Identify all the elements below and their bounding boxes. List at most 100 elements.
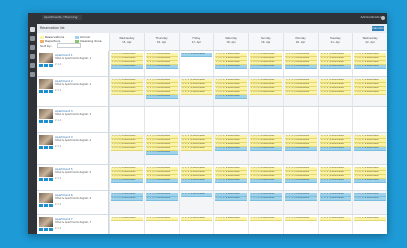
delete-icon[interactable] [49,64,53,67]
arrival-booking[interactable]: 1 | 2 | 3 | 4 Reservation [354,179,386,183]
delete-icon[interactable] [49,204,53,207]
reservation-booking[interactable]: 1 | 2 | 3 | 4 Reservation [111,217,143,221]
delete-icon[interactable] [49,120,53,123]
home-icon[interactable] [30,27,35,32]
arrival-booking[interactable]: 1 | 2 | 3 | 4 Reservation [145,151,178,155]
edit-icon[interactable] [39,90,43,93]
arrival-booking[interactable]: 1 | 2 | 3 | 4 Reservation [215,197,247,201]
arrival-booking[interactable]: 1 | 2 | 3 | 4 Reservation [319,197,352,201]
reservation-booking[interactable]: 1 | 2 | 3 | 4 Reservation [284,91,317,95]
arrival-booking[interactable]: 1 | 2 | 3 | 4 Reservation [180,53,213,57]
day-cell[interactable]: 1 | 2 | 3 | 4 Reservation 1 | 2 | 3 | 4 R… [109,191,144,214]
day-cell[interactable] [109,107,144,132]
apartment-photo[interactable] [39,193,53,203]
arrival-booking[interactable]: 1 | 2 | 3 | 4 Reservation [180,193,213,197]
day-cell[interactable] [352,107,387,132]
apartment-photo[interactable] [39,217,53,227]
day-cell[interactable]: 1 | 2 | 3 | 4 Reservation 1 | 2 | 3 | 4 R… [317,77,353,106]
calendar-icon[interactable] [30,36,35,41]
arrival-booking[interactable]: 1 | 2 | 3 | 4 Reservation [250,179,282,183]
day-cell[interactable]: 1 | 2 | 3 | 4 Reservation 1 | 2 | 3 | 4 R… [143,133,179,164]
day-cell[interactable]: 1 | 2 | 3 | 4 Reservation 1 | 2 | 3 | 4 R… [248,51,283,76]
day-cell[interactable]: 1 | 2 | 3 | 4 Reservation 1 | 2 | 3 | 4 R… [352,77,387,106]
arrival-booking[interactable]: 1 | 2 | 3 | 4 Reservation [145,179,178,183]
day-cell[interactable]: 1 | 2 | 3 | 4 Reservation 1 | 2 | 3 | 4 R… [248,191,283,214]
reservation-booking[interactable]: 1 | 2 | 3 | 4 Reservation [319,217,352,221]
arrival-booking[interactable]: 1 | 2 | 3 | 4 Reservation [215,95,247,99]
day-cell[interactable] [143,107,179,132]
day-cell[interactable]: 1 | 2 | 3 | 4 Reservation 1 | 2 | 3 | 4 R… [282,77,318,106]
day-cell[interactable]: 1 | 2 | 3 | 4 Reservation 1 | 2 | 3 | 4 R… [317,191,353,214]
day-cell[interactable]: 1 | 2 | 3 | 4 Reservation 1 | 2 | 3 | 4 R… [178,165,214,190]
arrival-booking[interactable]: 1 | 2 | 3 | 4 Reservation [354,65,386,69]
day-cell[interactable]: 1 | 2 | 3 | 4 Reservation 1 | 2 | 3 | 4 R… [282,133,318,164]
day-cell[interactable]: 1 | 2 | 3 | 4 Reservation [178,215,214,234]
day-cell[interactable] [178,107,214,132]
day-cell[interactable]: 1 | 2 | 3 | 4 Reservation 1 | 2 | 3 | 4 R… [213,191,248,214]
day-cell[interactable]: 1 | 2 | 3 | 4 Reservation 1 | 2 | 3 | 4 R… [213,133,248,164]
day-cell[interactable]: 1 | 2 | 3 | 4 Reservation 1 | 2 | 3 | 4 R… [213,165,248,190]
view-dropdown[interactable]: Calendar [372,26,384,31]
day-cell[interactable]: 1 | 2 | 3 | 4 Reservation 1 | 2 | 3 | 4 R… [143,191,179,214]
day-cell[interactable]: 1 | 2 | 3 | 4 Reservation [178,51,214,76]
arrival-booking[interactable]: 1 | 2 | 3 | 4 Reservation [215,179,247,183]
day-cell[interactable]: 1 | 2 | 3 | 4 Reservation 1 | 2 | 3 | 4 R… [282,165,318,190]
day-cell[interactable]: 1 | 2 | 3 | 4 Reservation 1 | 2 | 3 | 4 R… [248,165,283,190]
calendar-icon[interactable] [44,120,48,123]
day-cell[interactable]: 1 | 2 | 3 | 4 Reservation 1 | 2 | 3 | 4 R… [109,77,144,106]
calendar-icon[interactable] [44,178,48,181]
users-icon[interactable] [30,45,35,50]
day-cell[interactable]: 1 | 2 | 3 | 4 Reservation 1 | 2 | 3 | 4 R… [317,165,353,190]
day-cell[interactable]: 1 | 2 | 3 | 4 Reservation [282,215,318,234]
building-icon[interactable] [30,54,35,59]
apartment-photo[interactable] [39,135,53,145]
day-cell[interactable]: 1 | 2 | 3 | 4 Reservation [109,215,144,234]
edit-icon[interactable] [39,204,43,207]
reservation-booking[interactable]: 1 | 2 | 3 | 4 Reservation [319,91,352,95]
chart-icon[interactable] [30,63,35,68]
arrival-booking[interactable]: 1 | 2 | 3 | 4 Reservation [319,65,352,69]
reservation-booking[interactable]: 1 | 2 | 3 | 4 Reservation [180,147,213,151]
day-cell[interactable]: 1 | 2 | 3 | 4 Reservation 1 | 2 | 3 | 4 R… [352,51,387,76]
day-cell[interactable]: 1 | 2 | 3 | 4 Reservation 1 | 2 | 3 | 4 R… [143,51,179,76]
edit-icon[interactable] [39,178,43,181]
delete-icon[interactable] [49,178,53,181]
day-cell[interactable]: 1 | 2 | 3 | 4 Reservation 1 | 2 | 3 | 4 R… [109,133,144,164]
arrival-booking[interactable]: 1 | 2 | 3 | 4 Reservation [145,95,178,99]
arrival-booking[interactable]: 1 | 2 | 3 | 4 Reservation [284,197,317,201]
arrival-booking[interactable]: 1 | 2 | 3 | 4 Reservation [284,179,317,183]
day-cell[interactable]: 1 | 2 | 3 | 4 Reservation 1 | 2 | 3 | 4 R… [143,77,179,106]
reservation-booking[interactable]: 1 | 2 | 3 | 4 Reservation [250,217,282,221]
delete-icon[interactable] [49,228,53,231]
day-cell[interactable]: 1 | 2 | 3 | 4 Reservation [352,215,387,234]
day-cell[interactable]: 1 | 2 | 3 | 4 Reservation [178,191,214,214]
edit-icon[interactable] [39,228,43,231]
day-cell[interactable]: 1 | 2 | 3 | 4 Reservation 1 | 2 | 3 | 4 R… [178,77,214,106]
reservation-booking[interactable]: 1 | 2 | 3 | 4 Reservation [354,217,386,221]
day-cell[interactable]: 1 | 2 | 3 | 4 Reservation 1 | 2 | 3 | 4 R… [143,165,179,190]
reservation-booking[interactable]: 1 | 2 | 3 | 4 Reservation [250,91,282,95]
calendar-icon[interactable] [44,90,48,93]
arrival-booking[interactable]: 1 | 2 | 3 | 4 Reservation [284,147,317,151]
edit-icon[interactable] [39,120,43,123]
reservation-booking[interactable]: 1 | 2 | 3 | 4 Reservation [180,217,213,221]
apartment-photo[interactable] [39,79,53,89]
day-cell[interactable]: 1 | 2 | 3 | 4 Reservation 1 | 2 | 3 | 4 R… [282,51,318,76]
reservation-booking[interactable]: 1 | 2 | 3 | 4 Reservation [111,147,143,151]
day-cell[interactable]: 1 | 2 | 3 | 4 Reservation [248,215,283,234]
day-cell[interactable] [213,107,248,132]
day-cell[interactable]: 1 | 2 | 3 | 4 Reservation 1 | 2 | 3 | 4 R… [178,133,214,164]
day-cell[interactable]: 1 | 2 | 3 | 4 Reservation 1 | 2 | 3 | 4 R… [109,51,144,76]
day-cell[interactable]: 1 | 2 | 3 | 4 Reservation 1 | 2 | 3 | 4 R… [317,133,353,164]
arrival-booking[interactable]: 1 | 2 | 3 | 4 Reservation [145,197,178,201]
arrival-booking[interactable]: 1 | 2 | 3 | 4 Reservation [145,65,178,69]
arrival-booking[interactable]: 1 | 2 | 3 | 4 Reservation [215,65,247,69]
user-name[interactable]: Administrator [361,15,381,19]
day-cell[interactable]: 1 | 2 | 3 | 4 Reservation 1 | 2 | 3 | 4 R… [213,51,248,76]
day-cell[interactable]: 1 | 2 | 3 | 4 Reservation 1 | 2 | 3 | 4 R… [213,77,248,106]
delete-icon[interactable] [49,90,53,93]
day-cell[interactable]: 1 | 2 | 3 | 4 Reservation [213,215,248,234]
reservation-booking[interactable]: 1 | 2 | 3 | 4 Reservation [145,217,178,221]
day-cell[interactable]: 1 | 2 | 3 | 4 Reservation 1 | 2 | 3 | 4 R… [352,133,387,164]
day-cell[interactable] [317,107,353,132]
